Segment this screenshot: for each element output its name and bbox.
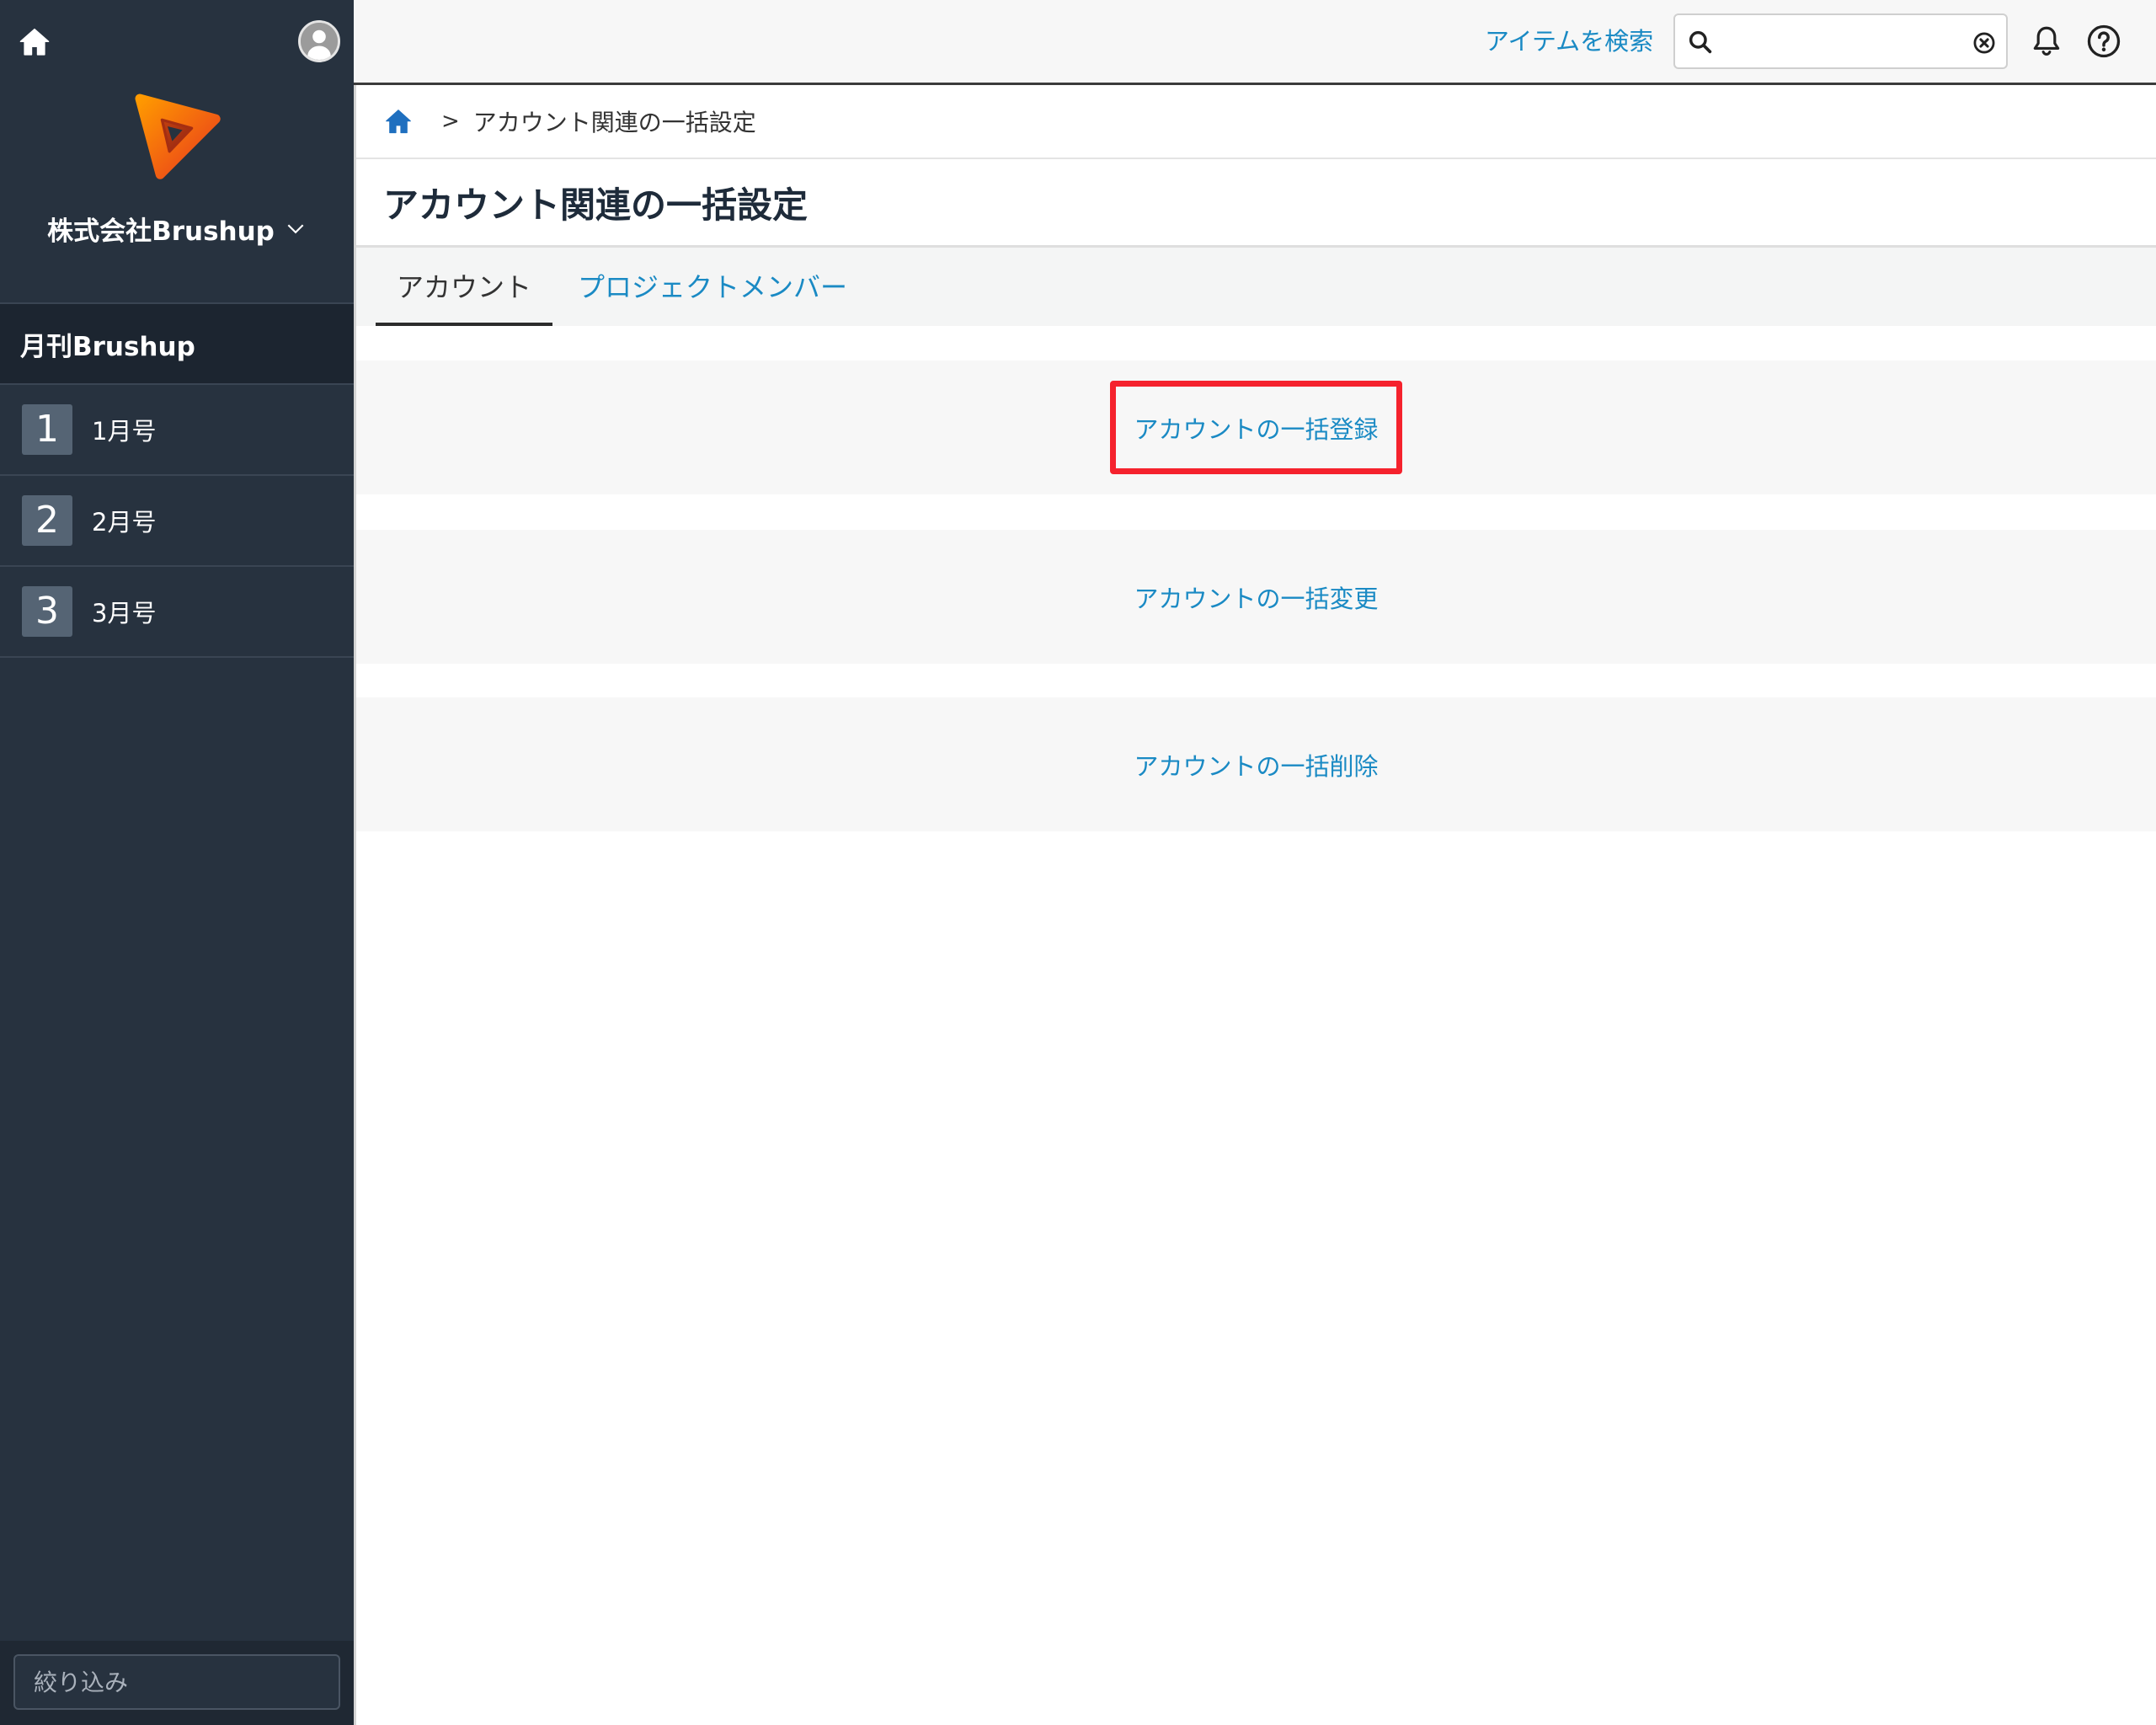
page-header: アカウント関連の一括設定	[356, 159, 2156, 248]
sidebar-item-label: 3月号	[92, 599, 157, 628]
search-input[interactable]	[1721, 22, 1965, 61]
avatar[interactable]	[298, 20, 340, 62]
action-row-bulk-register: アカウントの一括登録	[356, 360, 2156, 494]
app-window: 株式会社Brushup 月刊Brushup 1 1月号 2 2月号 3 3月号	[0, 0, 2156, 1725]
brushup-logo	[135, 93, 221, 179]
action-row-bulk-delete: アカウントの一括削除	[356, 697, 2156, 831]
sidebar-item-label: 2月号	[92, 508, 157, 537]
tab-project-members[interactable]: プロジェクトメンバー	[552, 248, 873, 326]
main-content: アイテムを検索 > アカウント関連の一括設定 アカウント関連の一括設定 アカウン…	[354, 0, 2156, 1725]
breadcrumb: > アカウント関連の一括設定	[356, 85, 2156, 159]
sidebar-section-title[interactable]: 月刊Brushup	[0, 302, 354, 385]
sidebar-item-issue-1[interactable]: 1 1月号	[0, 385, 354, 476]
search-box	[1673, 13, 2008, 69]
help-icon[interactable]	[2086, 24, 2121, 59]
bulk-delete-accounts-link[interactable]: アカウントの一括削除	[1110, 718, 1402, 811]
bulk-register-accounts-link[interactable]: アカウントの一括登録	[1110, 381, 1402, 474]
sidebar-item-issue-2[interactable]: 2 2月号	[0, 476, 354, 567]
breadcrumb-current: アカウント関連の一括設定	[472, 109, 756, 136]
issue-number-badge: 1	[22, 404, 72, 455]
chevron-down-icon	[287, 224, 304, 234]
clear-icon[interactable]	[1972, 31, 1996, 55]
home-icon[interactable]	[383, 106, 414, 136]
avatar-icon	[301, 23, 338, 60]
action-row-bulk-change: アカウントの一括変更	[356, 530, 2156, 664]
page-title: アカウント関連の一括設定	[383, 184, 808, 226]
sidebar-item-issue-3[interactable]: 3 3月号	[0, 567, 354, 658]
sidebar-list: 1 1月号 2 2月号 3 3月号	[0, 385, 354, 658]
sidebar-item-label: 1月号	[92, 417, 157, 446]
filter-input[interactable]	[13, 1654, 340, 1710]
company-name: 株式会社Brushup	[47, 216, 275, 247]
issue-number-badge: 2	[22, 495, 72, 546]
bulk-change-accounts-link[interactable]: アカウントの一括変更	[1110, 550, 1402, 644]
tab-account[interactable]: アカウント	[376, 248, 552, 326]
main-divider	[354, 85, 356, 1725]
bell-icon[interactable]	[2029, 24, 2064, 59]
search-items-link[interactable]: アイテムを検索	[1485, 24, 1653, 58]
home-icon[interactable]	[17, 24, 52, 60]
tab-bar: アカウント プロジェクトメンバー	[356, 248, 2156, 326]
issue-number-badge: 3	[22, 586, 72, 637]
sidebar: 株式会社Brushup 月刊Brushup 1 1月号 2 2月号 3 3月号	[0, 0, 354, 1725]
company-selector[interactable]: 株式会社Brushup	[0, 207, 354, 249]
breadcrumb-separator: >	[441, 109, 460, 134]
top-bar: アイテムを検索	[354, 0, 2156, 85]
sidebar-filter-area	[0, 1641, 354, 1725]
search-icon	[1689, 30, 1712, 54]
